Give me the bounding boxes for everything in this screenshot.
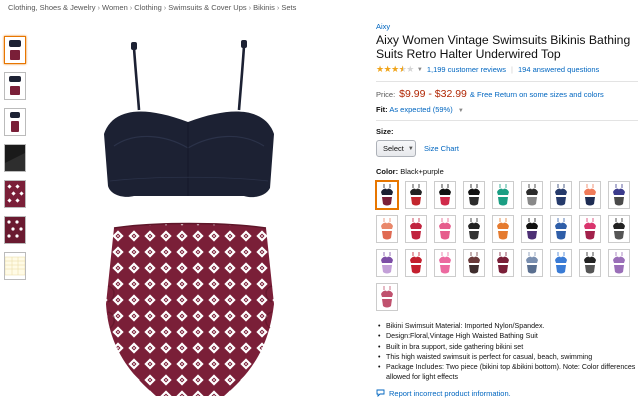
color-swatch[interactable] [521,181,543,209]
price-value: $9.99 - $32.99 [399,88,467,100]
brand-link[interactable]: Aixy [376,22,638,31]
answered-questions-link[interactable]: 194 answered questions [518,65,599,74]
price-label: Price: [376,90,396,99]
feature-bullets: Bikini Swimsuit Material: Imported Nylon… [376,321,638,383]
divider [376,120,638,121]
report-link-text: Report incorrect product information. [389,388,511,398]
color-swatch[interactable] [608,215,630,243]
color-swatch[interactable] [376,283,398,311]
divider [376,81,638,82]
breadcrumb-separator: › [97,3,101,12]
color-swatch[interactable] [579,215,601,243]
chevron-down-icon: ▼ [407,145,414,152]
price-row: Price: $9.99 - $32.99 & Free Return on s… [376,88,638,100]
fit-row: Fit: As expected (59%) ▼ [376,105,638,114]
thumbnail-print-pattern-closeup[interactable] [4,216,26,244]
color-swatch[interactable] [405,249,427,277]
star-rating-icon[interactable]: ★★★★★★ [376,64,414,75]
customer-reviews-link[interactable]: 1,199 customer reviews [427,65,506,74]
product-info: Aixy Aixy Women Vintage Swimsuits Bikini… [376,22,638,398]
separator: | [511,65,513,74]
breadcrumb: Clothing, Shoes & Jewelry › Women › Clothing… [8,3,296,12]
size-row: Select ▼ Size Chart [376,140,638,157]
free-return-link[interactable]: & Free Return on some sizes and colors [470,90,604,99]
color-swatch[interactable] [521,215,543,243]
product-title: Aixy Women Vintage Swimsuits Bikinis Bat… [376,33,631,61]
size-label: Size: [376,127,394,136]
color-swatch[interactable] [550,249,572,277]
color-swatch[interactable] [608,249,630,277]
color-swatch[interactable] [405,181,427,209]
color-label-row: Color: Black+purple [376,167,638,176]
main-product-image[interactable] [94,36,284,403]
breadcrumb-separator: › [248,3,252,12]
report-incorrect-info-link[interactable]: Report incorrect product information. [376,389,638,398]
fit-value-link[interactable]: As expected (59%) [389,105,452,114]
color-swatch[interactable] [463,181,485,209]
fit-label: Fit: [376,105,388,114]
breadcrumb-separator: › [163,3,167,12]
color-swatch[interactable] [550,181,572,209]
thumbnail-navy-burgundy-front[interactable] [4,108,26,136]
color-swatch[interactable] [492,249,514,277]
thumbnail-black-fabric-detail[interactable] [4,144,26,172]
breadcrumb-link[interactable]: Clothing, Shoes & Jewelry [8,3,96,12]
color-swatches [376,181,638,311]
breadcrumb-separator: › [276,3,280,12]
color-swatch[interactable] [579,181,601,209]
color-swatch[interactable] [492,181,514,209]
breadcrumb-link[interactable]: Sets [281,3,296,12]
color-swatch[interactable] [550,215,572,243]
thumbnail-navy-burgundy-back[interactable] [4,72,26,100]
breadcrumb-link[interactable]: Clothing [134,3,162,12]
color-swatch[interactable] [434,215,456,243]
color-label: Color: [376,167,399,176]
color-swatch[interactable] [376,181,398,209]
size-select-label: Select [383,144,404,153]
thumbnail-size-chart-table[interactable] [4,252,26,280]
breadcrumb-link[interactable]: Women [102,3,128,12]
size-chart-link[interactable]: Size Chart [424,144,459,153]
thumbnail-strip [4,36,28,288]
breadcrumb-link[interactable]: Swimsuits & Cover Ups [168,3,246,12]
color-swatch[interactable] [579,249,601,277]
color-swatch[interactable] [376,249,398,277]
color-swatch[interactable] [463,215,485,243]
color-swatch[interactable] [434,249,456,277]
free-return-text: & Free Return on some sizes and colors [469,90,604,99]
color-swatch[interactable] [492,215,514,243]
color-swatch[interactable] [405,215,427,243]
breadcrumb-separator: › [129,3,133,12]
color-value: Black+purple [400,167,444,176]
color-swatch[interactable] [463,249,485,277]
thumbnail-navy-burgundy-set[interactable] [4,36,26,64]
thumbnail-burgundy-print-detail[interactable] [4,180,26,208]
color-swatch[interactable] [434,181,456,209]
feature-bullet: Bikini Swimsuit Material: Imported Nylon… [378,321,638,332]
color-swatch[interactable] [521,249,543,277]
color-swatch[interactable] [608,181,630,209]
rating-row: ★★★★★★ ▼ 1,199 customer reviews | 194 an… [376,64,638,75]
chat-bubble-icon [376,389,385,398]
feature-bullet: This high waisted swimsuit is perfect fo… [378,352,638,363]
chevron-down-icon[interactable]: ▼ [417,67,423,73]
chevron-down-icon[interactable]: ▼ [458,108,464,114]
color-swatch[interactable] [376,215,398,243]
feature-bullet: Built in bra support, side gathering bik… [378,342,638,353]
feature-bullet: Design:Floral,Vintage High Waisted Bathi… [378,331,638,342]
breadcrumb-link[interactable]: Bikinis [253,3,275,12]
size-select-dropdown[interactable]: Select ▼ [376,140,416,157]
feature-bullet: Package Includes: Two piece (bikini top … [378,362,638,383]
